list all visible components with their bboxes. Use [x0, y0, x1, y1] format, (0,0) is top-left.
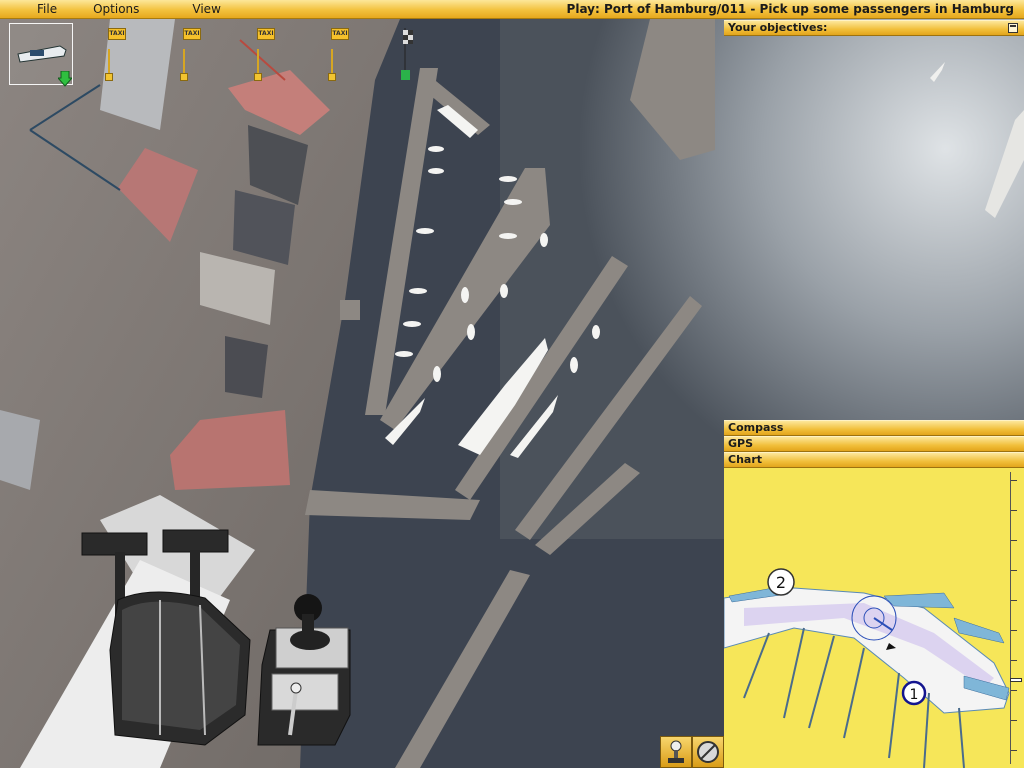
chart-zoom-scale[interactable] — [1010, 472, 1022, 764]
pier-cross-1 — [340, 300, 360, 320]
chart-panel-header[interactable]: Chart — [724, 452, 1024, 468]
scale-tick — [1011, 690, 1017, 691]
sailboat-13 — [592, 325, 600, 339]
taxi-sign-2: TAXI — [183, 28, 201, 40]
scale-tick — [1011, 750, 1017, 751]
sailboat-1 — [428, 146, 444, 152]
menu-options[interactable]: Options — [90, 2, 142, 16]
sailboat-6 — [499, 233, 517, 239]
building-dark-3 — [225, 336, 268, 398]
menu-bar: File Options View Play: Port of Hamburg/… — [0, 0, 1024, 19]
sailboat-12 — [467, 324, 475, 340]
taxi-stop-marker[interactable] — [180, 73, 188, 81]
chart-map: 2 1 — [724, 468, 1024, 768]
sailboat-15 — [433, 366, 441, 382]
gps-panel-header[interactable]: GPS — [724, 436, 1024, 452]
sailboat-5 — [416, 228, 434, 234]
anchor-icon — [668, 740, 684, 763]
objectives-panel-header[interactable]: Your objectives: — [724, 20, 1024, 36]
menu-file[interactable]: File — [34, 2, 60, 16]
scale-tick — [1011, 630, 1017, 631]
menu-view[interactable]: View — [189, 2, 223, 16]
sailboat-9 — [461, 287, 469, 303]
scale-tick — [1011, 600, 1017, 601]
compass-panel-header[interactable]: Compass — [724, 420, 1024, 436]
taxi-stop-marker[interactable] — [328, 73, 336, 81]
taxi-sign-1: TAXI — [108, 28, 126, 40]
scale-tick — [1011, 540, 1017, 541]
minimize-icon[interactable] — [1008, 23, 1018, 33]
sailboat-8 — [409, 288, 427, 294]
compass-label: Compass — [728, 421, 784, 434]
scale-tick — [1011, 510, 1017, 511]
waypoint-1-label: 1 — [910, 687, 919, 703]
waypoint-2-label: 2 — [776, 573, 786, 592]
sailboat-4 — [504, 199, 522, 205]
scale-tick — [1011, 480, 1017, 481]
scale-tick — [1011, 570, 1017, 571]
green-arrow-icon — [58, 71, 72, 87]
no-entry-button[interactable] — [692, 736, 724, 768]
sailboat-14 — [395, 351, 413, 357]
taxi-sign-3: TAXI — [257, 28, 275, 40]
sailboat-2 — [428, 168, 444, 174]
sailboat-10 — [500, 284, 508, 298]
anchor-button[interactable] — [660, 736, 692, 768]
nautical-chart[interactable]: 2 1 — [724, 468, 1024, 768]
taxi-stop-marker[interactable] — [105, 73, 113, 81]
sailboat-3 — [499, 176, 517, 182]
scale-tick — [1011, 720, 1017, 721]
objectives-title: Your objectives: — [728, 21, 828, 34]
window-title: Play: Port of Hamburg/011 - Pick up some… — [566, 2, 1014, 16]
taxi-sign-4: TAXI — [331, 28, 349, 40]
no-entry-icon — [697, 741, 719, 763]
sailboat-7 — [540, 233, 548, 247]
sailboat-16 — [570, 357, 578, 373]
scale-tick — [1011, 660, 1017, 661]
sailboat-11 — [403, 321, 421, 327]
chart-label: Chart — [728, 453, 763, 466]
taxi-stop-marker[interactable] — [254, 73, 262, 81]
gps-label: GPS — [728, 437, 754, 450]
chart-zoom-slider[interactable] — [1010, 678, 1022, 682]
